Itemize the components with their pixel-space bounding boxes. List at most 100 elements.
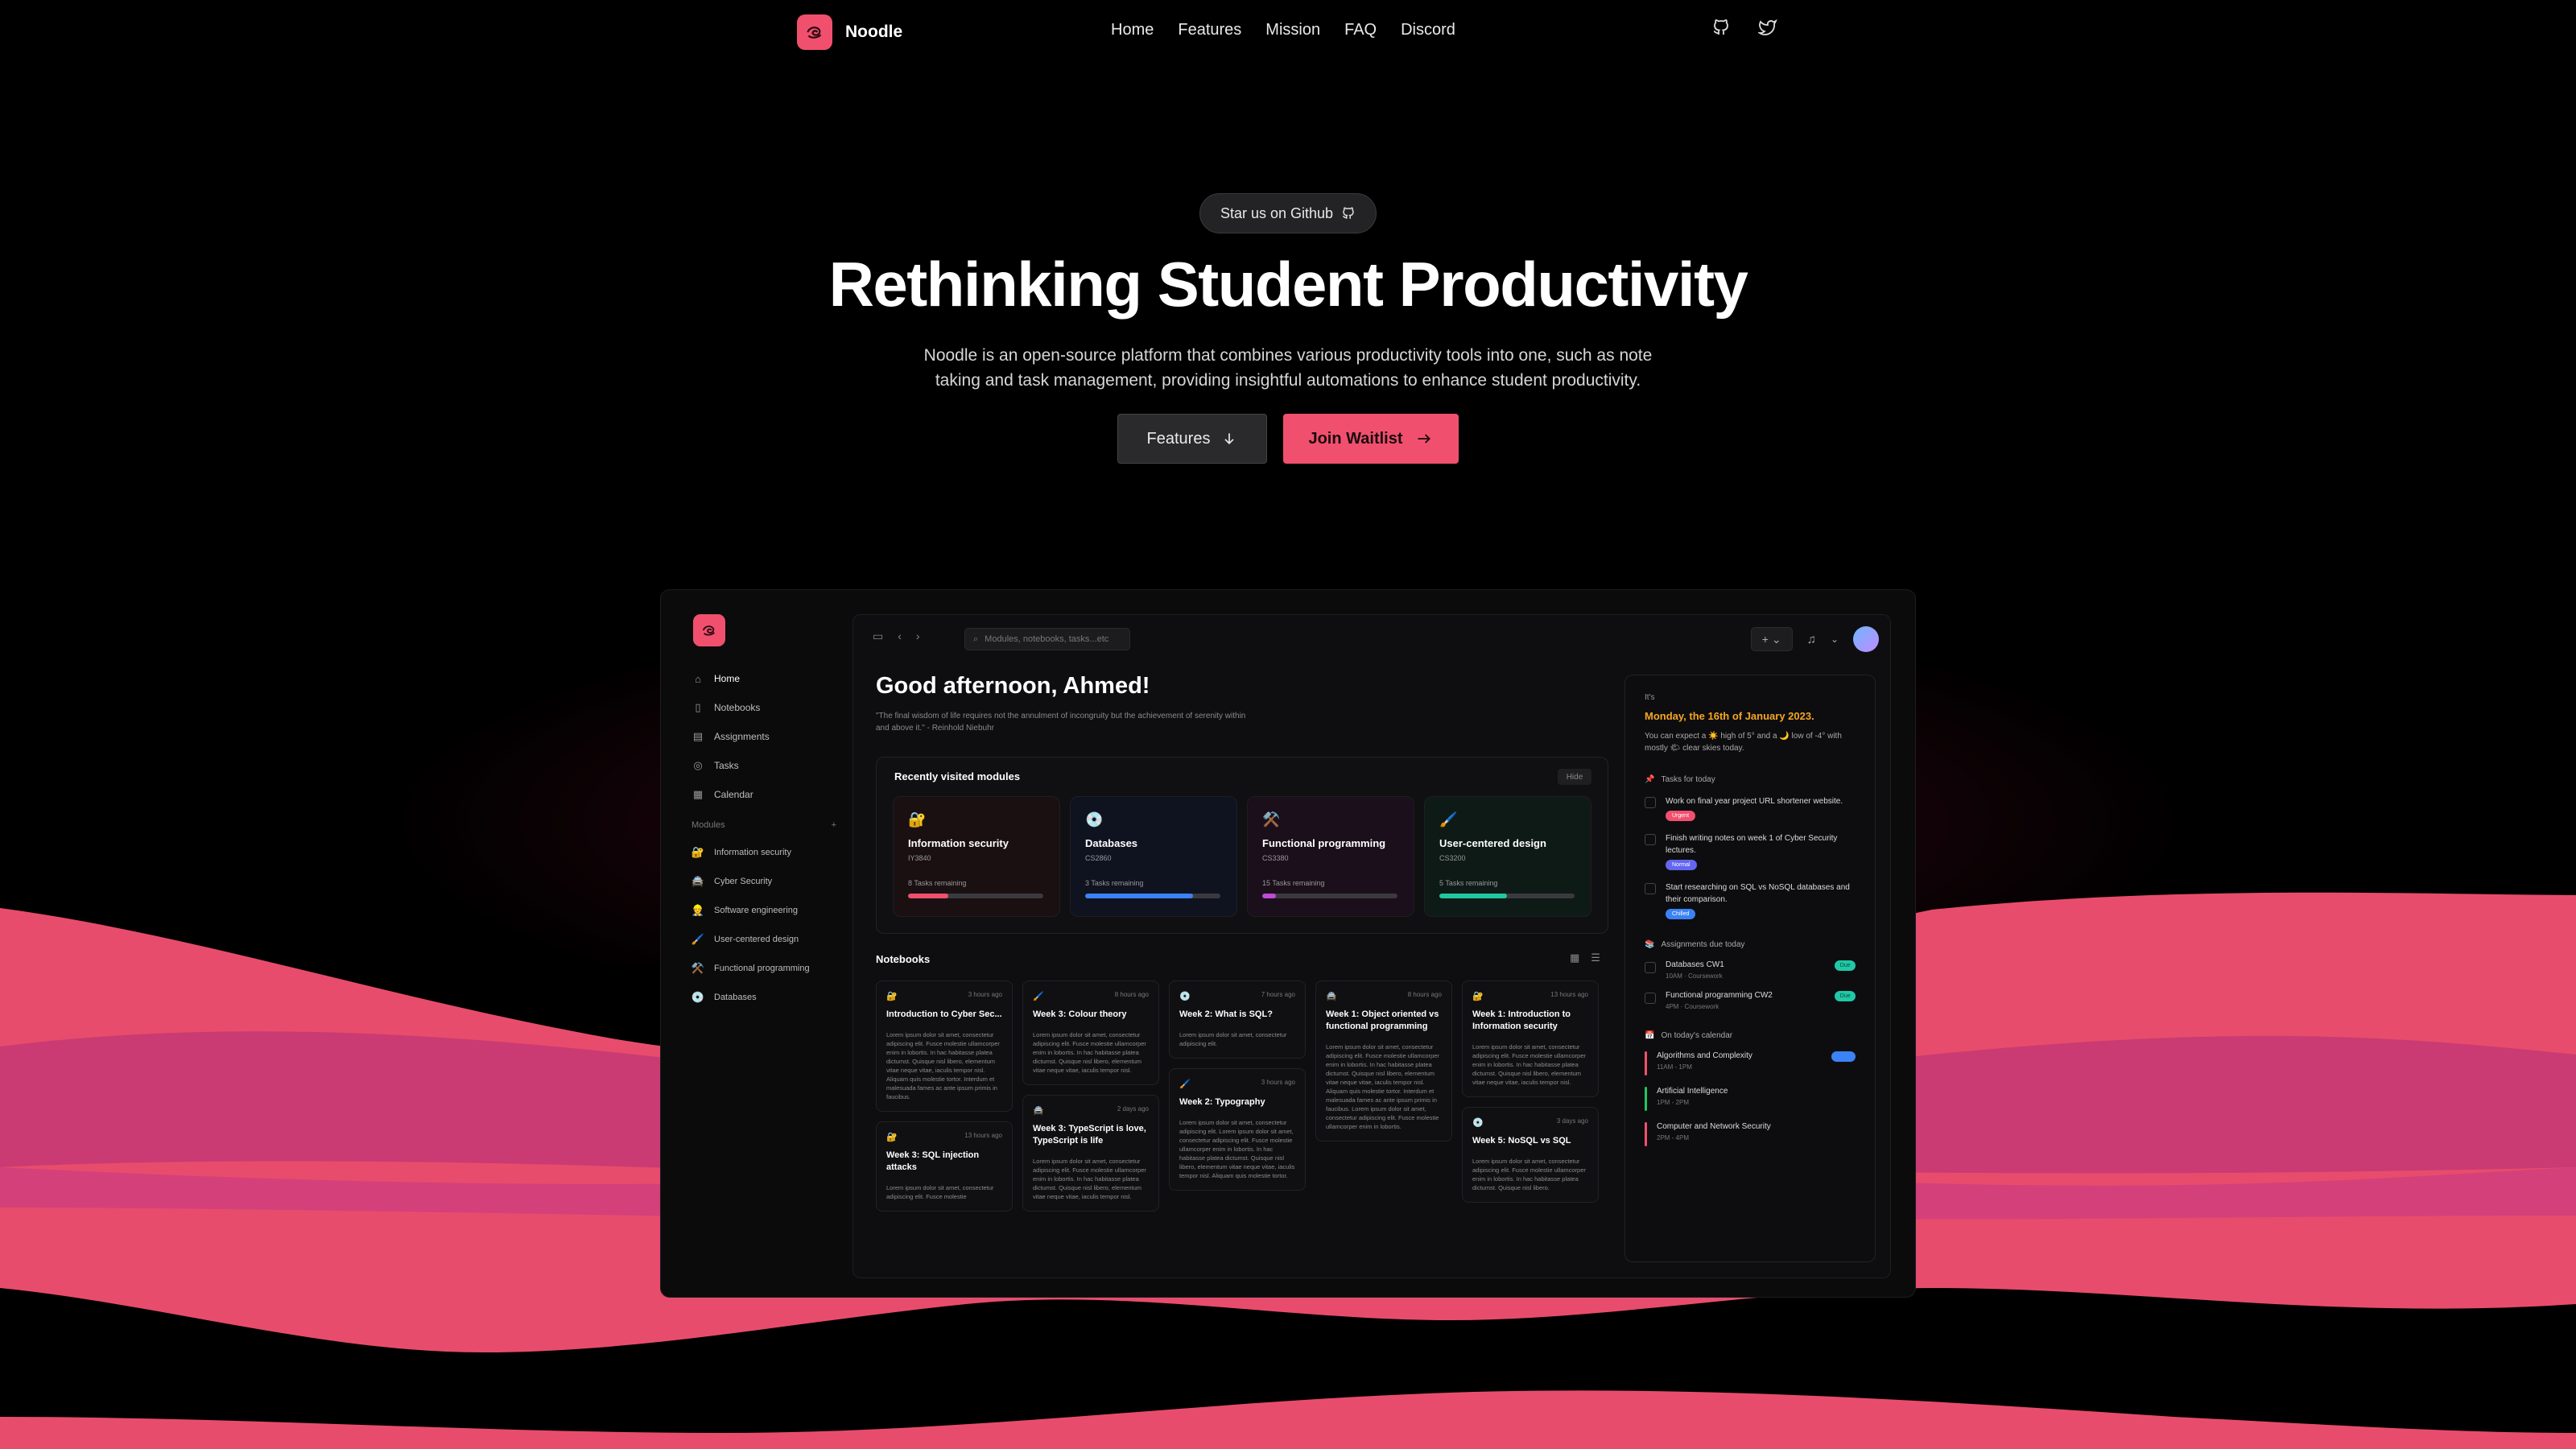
join-waitlist-label: Join Waitlist [1308, 429, 1403, 448]
join-waitlist-button[interactable]: Join Waitlist [1283, 414, 1459, 464]
notebooks-title: Notebooks [876, 953, 931, 965]
task-checkbox[interactable] [1645, 883, 1656, 894]
calendar-event-title: Artificial Intelligence [1657, 1087, 1728, 1096]
nav-link-faq[interactable]: FAQ [1344, 21, 1377, 39]
topbar-actions: + ⌄ ♫ ⌄ [1750, 626, 1879, 652]
github-icon[interactable] [1711, 18, 1731, 37]
module-card[interactable]: ⚒️ Functional programming CS3380 15 Tasks r… [1247, 796, 1414, 917]
add-module-icon[interactable]: + [832, 820, 836, 830]
tasks-heading: 📌 Tasks for today [1645, 775, 1856, 784]
sidebar-item-calendar[interactable]: ▦ Calendar [691, 780, 836, 809]
assignment-title: Functional programming CW2 [1666, 991, 1773, 1000]
task-text: Start researching on SQL vs NoSQL databa… [1666, 883, 1850, 904]
notebook-excerpt: Lorem ipsum dolor sit amet, consectetur … [1326, 1043, 1439, 1130]
bell-icon[interactable]: ♫ [1807, 633, 1816, 646]
features-button-label: Features [1146, 429, 1211, 448]
sidebar-item-label: Notebooks [714, 702, 761, 713]
sidebar-toggle-icon[interactable]: ▭ [873, 630, 883, 643]
sidebar-item-label: Calendar [714, 789, 753, 800]
module-progress-fill [1085, 894, 1194, 898]
app-topbar: ▭ ‹ › ⌕ Modules, notebooks, tasks...etc … [853, 615, 1890, 663]
modules-heading: Modules + [691, 812, 836, 838]
module-card[interactable]: 🖌️ User-centered design CS3200 5 Tasks rema… [1424, 796, 1591, 917]
calendar-event[interactable]: Algorithms and Complexity 11AM - 1PM [1645, 1051, 1856, 1075]
module-card[interactable]: 🔐 Information security IY3840 8 Tasks remai… [893, 796, 1060, 917]
nav-link-mission[interactable]: Mission [1265, 21, 1320, 39]
module-code: IY3840 [908, 854, 931, 862]
modules-heading-label: Modules [691, 820, 725, 830]
module-name: Information security [908, 837, 1009, 849]
notebook-timestamp: 13 hours ago [964, 1132, 1002, 1139]
task-text: Work on final year project URL shortener… [1666, 797, 1843, 806]
sidebar-item-tasks[interactable]: ◎ Tasks [691, 751, 836, 780]
twitter-icon[interactable] [1758, 18, 1777, 37]
brand[interactable]: Noodle [797, 14, 902, 50]
assignment-item[interactable]: Functional programming CW2 4PM · Coursewo… [1645, 991, 1856, 1010]
module-code: CS2860 [1085, 854, 1112, 862]
sidebar-item-notebooks[interactable]: ▯ Notebooks [691, 693, 836, 722]
assignment-checkbox[interactable] [1645, 993, 1656, 1004]
chevron-down-icon[interactable]: ⌄ [1831, 634, 1839, 645]
task-checkbox[interactable] [1645, 834, 1656, 845]
app-sidebar: ⌂ Home ▯ Notebooks ▤ Assignments ◎ Tasks ▦ Ca… [691, 664, 836, 1012]
notebook-card[interactable]: 🚔 8 hours ago Week 1: Object oriented vs f… [1315, 980, 1452, 1141]
star-github-pill[interactable]: Star us on Github [1199, 193, 1377, 233]
sidebar-item-assignments[interactable]: ▤ Assignments [691, 722, 836, 751]
create-new-button[interactable]: + ⌄ [1750, 627, 1793, 651]
module-progress-fill [1439, 894, 1507, 898]
calendar-event[interactable]: Artificial Intelligence 1PM - 2PM [1645, 1087, 1856, 1111]
notebook-column: 🖌️ 8 hours ago Week 3: Colour theory Lorem … [1022, 980, 1159, 1212]
sidebar-module-item[interactable]: 🚔 Cyber Security [691, 867, 836, 896]
assignment-item[interactable]: Databases CW1 10AM · Coursework Due [1645, 960, 1856, 980]
calendar-event[interactable]: Computer and Network Security 2PM - 4PM [1645, 1122, 1856, 1146]
task-item[interactable]: Work on final year project URL shortener… [1645, 795, 1856, 821]
arrow-right-icon [1418, 434, 1430, 444]
notebook-timestamp: 3 hours ago [968, 991, 1002, 998]
notebook-icon: ▯ [695, 701, 701, 713]
greeting: Good afternoon, Ahmed! [876, 673, 1150, 699]
notebook-card[interactable]: 🔐 3 hours ago Introduction to Cyber Sec...… [876, 980, 1013, 1112]
notebook-card[interactable]: 💿 3 days ago Week 5: NoSQL vs SQL Lorem ips… [1462, 1107, 1599, 1203]
pin-icon: 📌 [1645, 775, 1655, 784]
notebook-card[interactable]: 🖌️ 8 hours ago Week 3: Colour theory Lorem … [1022, 980, 1159, 1085]
nav-link-features[interactable]: Features [1178, 21, 1241, 39]
assignment-due-badge: Due [1835, 991, 1856, 1001]
sidebar-module-item[interactable]: 🔐 Information security [691, 838, 836, 867]
notebook-card[interactable]: 🖌️ 3 hours ago Week 2: Typography Lorem ips… [1169, 1068, 1306, 1191]
home-icon: ⌂ [695, 672, 701, 685]
calendar-event-time: 2PM - 4PM [1657, 1134, 1690, 1141]
back-icon[interactable]: ‹ [898, 630, 902, 643]
search-input[interactable]: ⌕ Modules, notebooks, tasks...etc [964, 628, 1130, 650]
task-item[interactable]: Finish writing notes on week 1 of Cyber … [1645, 832, 1856, 870]
notebook-card[interactable]: 💿 7 hours ago Week 2: What is SQL? Lorem ip… [1169, 980, 1306, 1059]
nav-link-discord[interactable]: Discord [1401, 21, 1455, 39]
sidebar-module-item[interactable]: 💿 Databases [691, 983, 836, 1012]
notebook-title: Week 5: NoSQL vs SQL [1472, 1136, 1571, 1146]
module-card[interactable]: 💿 Databases CS2860 3 Tasks remaining [1070, 796, 1237, 917]
notebook-card[interactable]: 🚔 2 days ago Week 3: TypeScript is love, T… [1022, 1095, 1159, 1212]
sidebar-item-home[interactable]: ⌂ Home [691, 664, 836, 693]
module-tasks-remaining: 15 Tasks remaining [1262, 879, 1325, 887]
notebook-card[interactable]: 🔐 13 hours ago Week 1: Introduction to Inf… [1462, 980, 1599, 1097]
sidebar-module-item[interactable]: ⚒️ Functional programming [691, 954, 836, 983]
calendar-icon: 📅 [1645, 1031, 1655, 1040]
nav-link-home[interactable]: Home [1111, 21, 1154, 39]
task-checkbox[interactable] [1645, 797, 1656, 808]
notebook-excerpt: Lorem ipsum dolor sit amet, consectetur … [1179, 1119, 1295, 1179]
task-item[interactable]: Start researching on SQL vs NoSQL databa… [1645, 881, 1856, 919]
hero-title: Rethinking Student Productivity [828, 249, 1748, 320]
list-view-icon[interactable]: ☰ [1591, 952, 1600, 964]
module-progress-bar [1439, 894, 1575, 898]
sidebar-module-item[interactable]: 👷 Software engineering [691, 896, 836, 925]
sidebar-module-item[interactable]: 🖌️ User-centered design [691, 925, 836, 954]
calendar-event-time: 1PM - 2PM [1657, 1099, 1690, 1106]
avatar[interactable] [1853, 626, 1879, 652]
hide-button[interactable]: Hide [1558, 769, 1591, 785]
assignment-icon: 📚 [1645, 940, 1655, 949]
module-emoji-icon: 👷 [691, 904, 705, 916]
forward-icon[interactable]: › [916, 630, 920, 643]
grid-view-icon[interactable]: ▦ [1570, 952, 1579, 964]
features-button[interactable]: Features [1117, 414, 1267, 464]
assignment-checkbox[interactable] [1645, 962, 1656, 973]
notebook-card[interactable]: 🔐 13 hours ago Week 3: SQL injection attac… [876, 1121, 1013, 1212]
